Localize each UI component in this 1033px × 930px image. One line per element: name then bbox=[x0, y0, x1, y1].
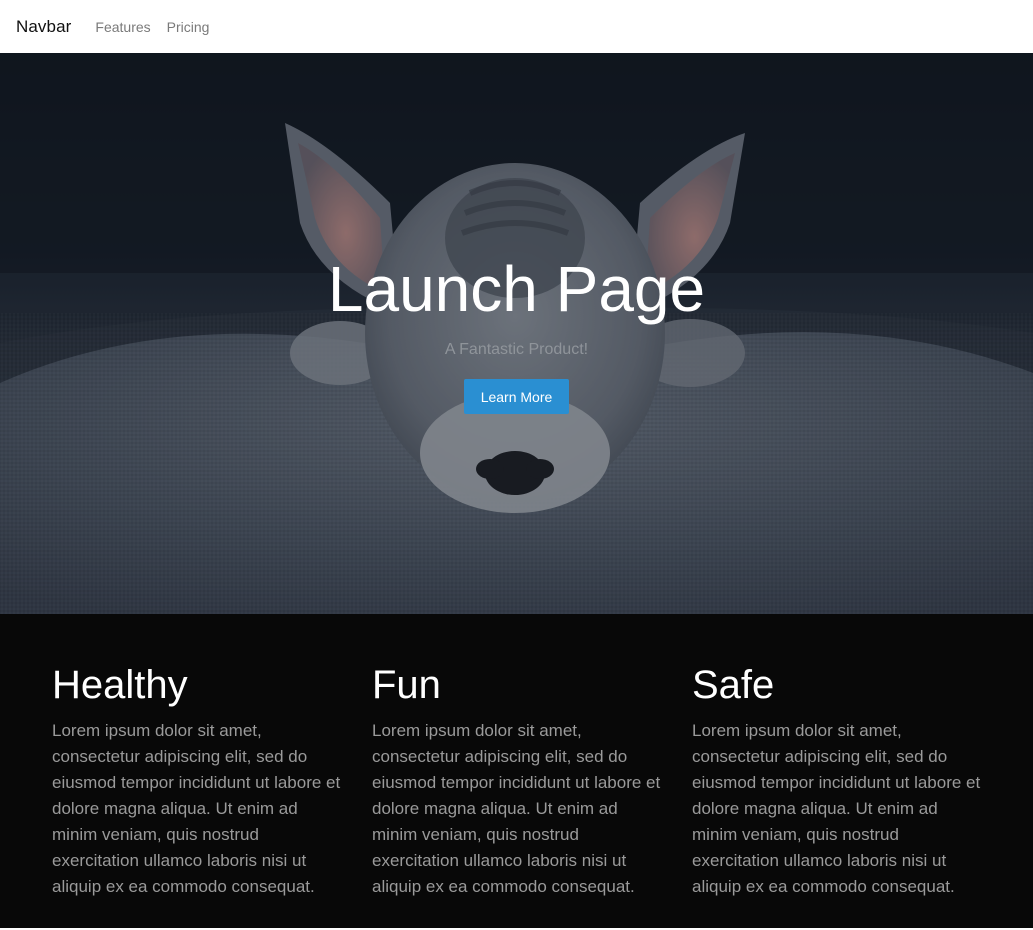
feature-text: Lorem ipsum dolor sit amet, consectetur … bbox=[372, 721, 661, 896]
hero-subtitle: A Fantastic Product! bbox=[444, 341, 589, 358]
feature-column-fun: Fun Lorem ipsum dolor sit amet, consecte… bbox=[372, 660, 662, 900]
feature-text: Lorem ipsum dolor sit amet, consectetur … bbox=[692, 721, 981, 896]
learn-more-button[interactable]: Learn More bbox=[464, 379, 569, 414]
features-section: Healthy Lorem ipsum dolor sit amet, cons… bbox=[0, 614, 1033, 930]
feature-title: Healthy bbox=[52, 663, 188, 707]
feature-title: Fun bbox=[372, 663, 441, 707]
feature-title: Safe bbox=[692, 663, 775, 707]
nav-link-pricing[interactable]: Pricing bbox=[167, 19, 210, 35]
navbar: Navbar Features Pricing bbox=[0, 0, 1033, 53]
navbar-brand[interactable]: Navbar bbox=[16, 17, 71, 37]
hero-title: Launch Page bbox=[327, 253, 706, 325]
hero-content: Launch Page A Fantastic Product! Learn M… bbox=[0, 53, 1033, 614]
hero-section: Launch Page A Fantastic Product! Learn M… bbox=[0, 53, 1033, 614]
feature-text: Lorem ipsum dolor sit amet, consectetur … bbox=[52, 721, 341, 896]
nav-link-features[interactable]: Features bbox=[95, 19, 150, 35]
feature-column-healthy: Healthy Lorem ipsum dolor sit amet, cons… bbox=[52, 660, 342, 900]
feature-column-safe: Safe Lorem ipsum dolor sit amet, consect… bbox=[692, 660, 982, 900]
